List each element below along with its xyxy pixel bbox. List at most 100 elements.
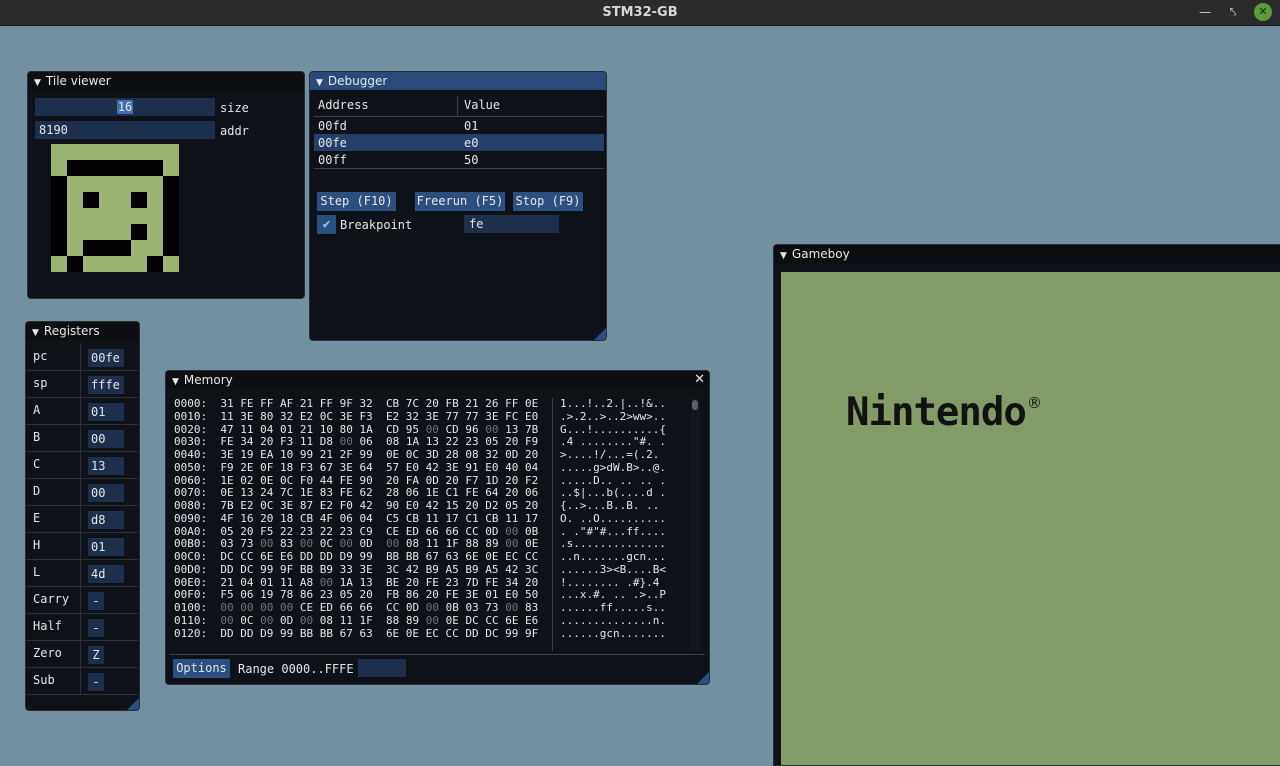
minimize-icon[interactable]: — [1196,3,1214,21]
register-divider [80,559,81,586]
register-divider [80,343,81,370]
memory-ascii-view[interactable]: 1...!..2.|..!&.. .>.2..>..2>ww>.. G...!...… [560,398,688,651]
restore-icon[interactable]: ⤣ [1224,3,1242,21]
options-button[interactable]: Options [173,659,230,678]
table-row[interactable]: 00ff 50 [314,151,604,169]
addr-input[interactable]: 8190 [35,121,215,139]
memory-ascii-row[interactable]: ......3><B....B< [560,563,688,577]
close-icon[interactable]: ✕ [694,372,705,387]
tile-viewer-titlebar[interactable]: ▼ Tile viewer [28,72,304,90]
ascii-rows: 1...!..2.|..!&.. .>.2..>..2>ww>.. G...!...… [560,398,688,640]
memory-row-bytes[interactable]: FE 34 20 F3 11 D8 00 06 08 1A 13 22 23 0… [220,435,538,448]
memory-row-bytes[interactable]: F5 06 19 78 86 23 05 20 FB 86 20 FE 3E 0… [220,588,538,601]
debugger-window: ▼ Debugger Address Value 00fd 01 00fe e0 … [309,71,607,341]
register-row: Sub - [26,667,138,695]
debugger-titlebar[interactable]: ▼ Debugger [310,72,606,90]
memory-window: ▼ Memory ✕ 0000: 31 FE FF AF 21 FF 9F 32 … [165,370,710,685]
memory-titlebar[interactable]: ▼ Memory [166,371,709,389]
breakpoint-checkbox[interactable]: ✔ [317,215,336,234]
table-row-selected[interactable]: 00fe e0 [314,134,604,151]
register-value[interactable]: d8 [88,511,124,529]
memory-ascii-row[interactable]: {..>...B..B. .. [560,499,688,513]
register-value[interactable]: - [88,619,104,637]
register-value[interactable]: 4d [88,565,124,583]
memory-row-bytes[interactable]: 0E 13 24 7C 1E 83 FE 62 28 06 1E C1 FE 6… [220,486,538,499]
memory-ascii-row[interactable]: 1...!..2.|..!&.. [560,398,688,411]
collapse-arrow-icon[interactable]: ▼ [780,251,787,261]
breakpoint-value: fe [469,217,484,231]
memory-row-bytes[interactable]: 1E 02 0E 0C F0 44 FE 90 20 FA 0D 20 F7 1… [220,474,538,487]
close-window-icon[interactable]: ✕ [1254,3,1272,21]
goto-address-input[interactable] [358,659,406,677]
register-value[interactable]: 00 [88,430,124,448]
breakpoint-input[interactable]: fe [464,215,559,233]
memory-row-bytes[interactable]: F9 2E 0F 18 F3 67 3E 64 57 E0 42 3E 91 E… [220,461,538,474]
memory-ascii-row[interactable]: >....!/...=(.2. [560,448,688,462]
register-value[interactable]: Z [88,646,104,664]
memory-row-bytes[interactable]: DD DC 99 9F BB B9 33 3E 3C 42 B9 A5 B9 A… [220,563,538,576]
memory-scrollbar[interactable] [691,398,700,651]
memory-ascii-row[interactable]: ..............n. [560,614,688,628]
memory-ascii-row[interactable]: .>.2..>..2>ww>.. [560,410,688,424]
memory-row-address: 00E0: [174,575,208,589]
tile-pixel [115,240,131,256]
memory-row-bytes[interactable]: 47 11 04 01 21 10 80 1A CD 95 00 CD 96 0… [220,423,538,436]
stop-button[interactable]: Stop (F9) [513,192,583,211]
row-value: 50 [464,153,479,167]
collapse-arrow-icon[interactable]: ▼ [172,377,179,387]
memory-ascii-row[interactable]: ..n.......gcn... [560,550,688,564]
memory-ascii-row[interactable]: ......gcn....... [560,627,688,641]
register-value[interactable]: 01 [88,403,124,421]
memory-ascii-row[interactable]: ......ff.....s.. [560,601,688,615]
memory-row-address: 00D0: [174,562,208,576]
tile-pixel [51,176,67,192]
memory-row-bytes[interactable]: 00 0C 00 0D 00 08 11 1F 88 89 00 0E DC C… [220,614,538,627]
memory-row-bytes[interactable]: 21 04 01 11 A8 00 1A 13 BE 20 FE 23 7D F… [220,576,538,589]
memory-row-bytes[interactable]: 7B E2 0C 3E 87 E2 F0 42 90 E0 42 15 20 D… [220,499,538,512]
resize-grip[interactable] [127,698,139,710]
gameboy-title: Gameboy [791,247,850,261]
resize-grip[interactable] [594,328,606,340]
memory-ascii-row[interactable]: .....g>dW.B>..@. [560,461,688,475]
memory-row-bytes[interactable]: DC CC 6E E6 DD DD D9 99 BB BB 67 63 6E 0… [220,550,538,563]
register-value[interactable]: 13 [88,457,124,475]
memory-row-bytes[interactable]: 4F 16 20 18 CB 4F 06 04 C5 CB 11 17 C1 C… [220,512,538,525]
memory-row-bytes[interactable]: 05 20 F5 22 23 22 23 C9 CE ED 66 66 CC 0… [220,525,538,538]
memory-row-bytes[interactable]: 3E 19 EA 10 99 21 2F 99 0E 0C 3D 28 08 3… [220,448,538,461]
collapse-arrow-icon[interactable]: ▼ [34,78,41,88]
tile-viewer-window: ▼ Tile viewer 16 size 8190 addr [27,71,305,299]
tile-pixel [147,160,163,176]
register-value[interactable]: 00fe [88,349,124,367]
tile-pixel [51,192,67,208]
memory-ascii-row[interactable]: O. ..O.......... [560,512,688,526]
size-input[interactable]: 16 [35,98,215,116]
register-value[interactable]: 00 [88,484,124,502]
gameboy-titlebar[interactable]: ▼ Gameboy [774,245,1280,263]
register-divider [80,424,81,451]
register-value[interactable]: fffe [88,376,124,394]
freerun-button[interactable]: Freerun (F5) [415,192,505,211]
memory-hex-view[interactable]: 0000: 31 FE FF AF 21 FF 9F 32 CB 7C 20 F… [174,398,554,651]
table-row[interactable]: 00fd 01 [314,117,604,134]
memory-title: Memory [183,373,233,387]
memory-row-bytes[interactable]: 03 73 00 83 00 0C 00 0D 00 08 11 1F 88 8… [220,537,538,550]
tile-pixel [131,224,147,240]
collapse-arrow-icon[interactable]: ▼ [32,328,39,338]
register-value[interactable]: 01 [88,538,124,556]
memory-row-address: 0040: [174,448,208,461]
register-value[interactable]: - [88,673,104,691]
collapse-arrow-icon[interactable]: ▼ [316,78,323,88]
step-button[interactable]: Step (F10) [317,192,396,211]
memory-row-bytes[interactable]: 11 3E 80 32 E2 0C 3E F3 E2 32 3E 77 77 3… [220,410,538,423]
registered-mark-icon: ® [1026,394,1042,412]
resize-grip[interactable] [697,672,709,684]
registers-titlebar[interactable]: ▼ Registers [26,322,139,340]
scrollbar-thumb[interactable] [692,400,698,410]
memory-row-bytes[interactable]: 31 FE FF AF 21 FF 9F 32 CB 7C 20 FB 21 2… [220,398,538,410]
register-value[interactable]: - [88,592,104,610]
tile-viewer-title: Tile viewer [45,74,111,88]
range-label: Range 0000..FFFE [238,662,354,676]
register-divider [80,370,81,397]
memory-row-bytes[interactable]: 00 00 00 00 CE ED 66 66 CC 0D 00 0B 03 7… [220,601,538,614]
memory-row-bytes[interactable]: DD DD D9 99 BB BB 67 63 6E 0E EC CC DD D… [220,627,538,640]
